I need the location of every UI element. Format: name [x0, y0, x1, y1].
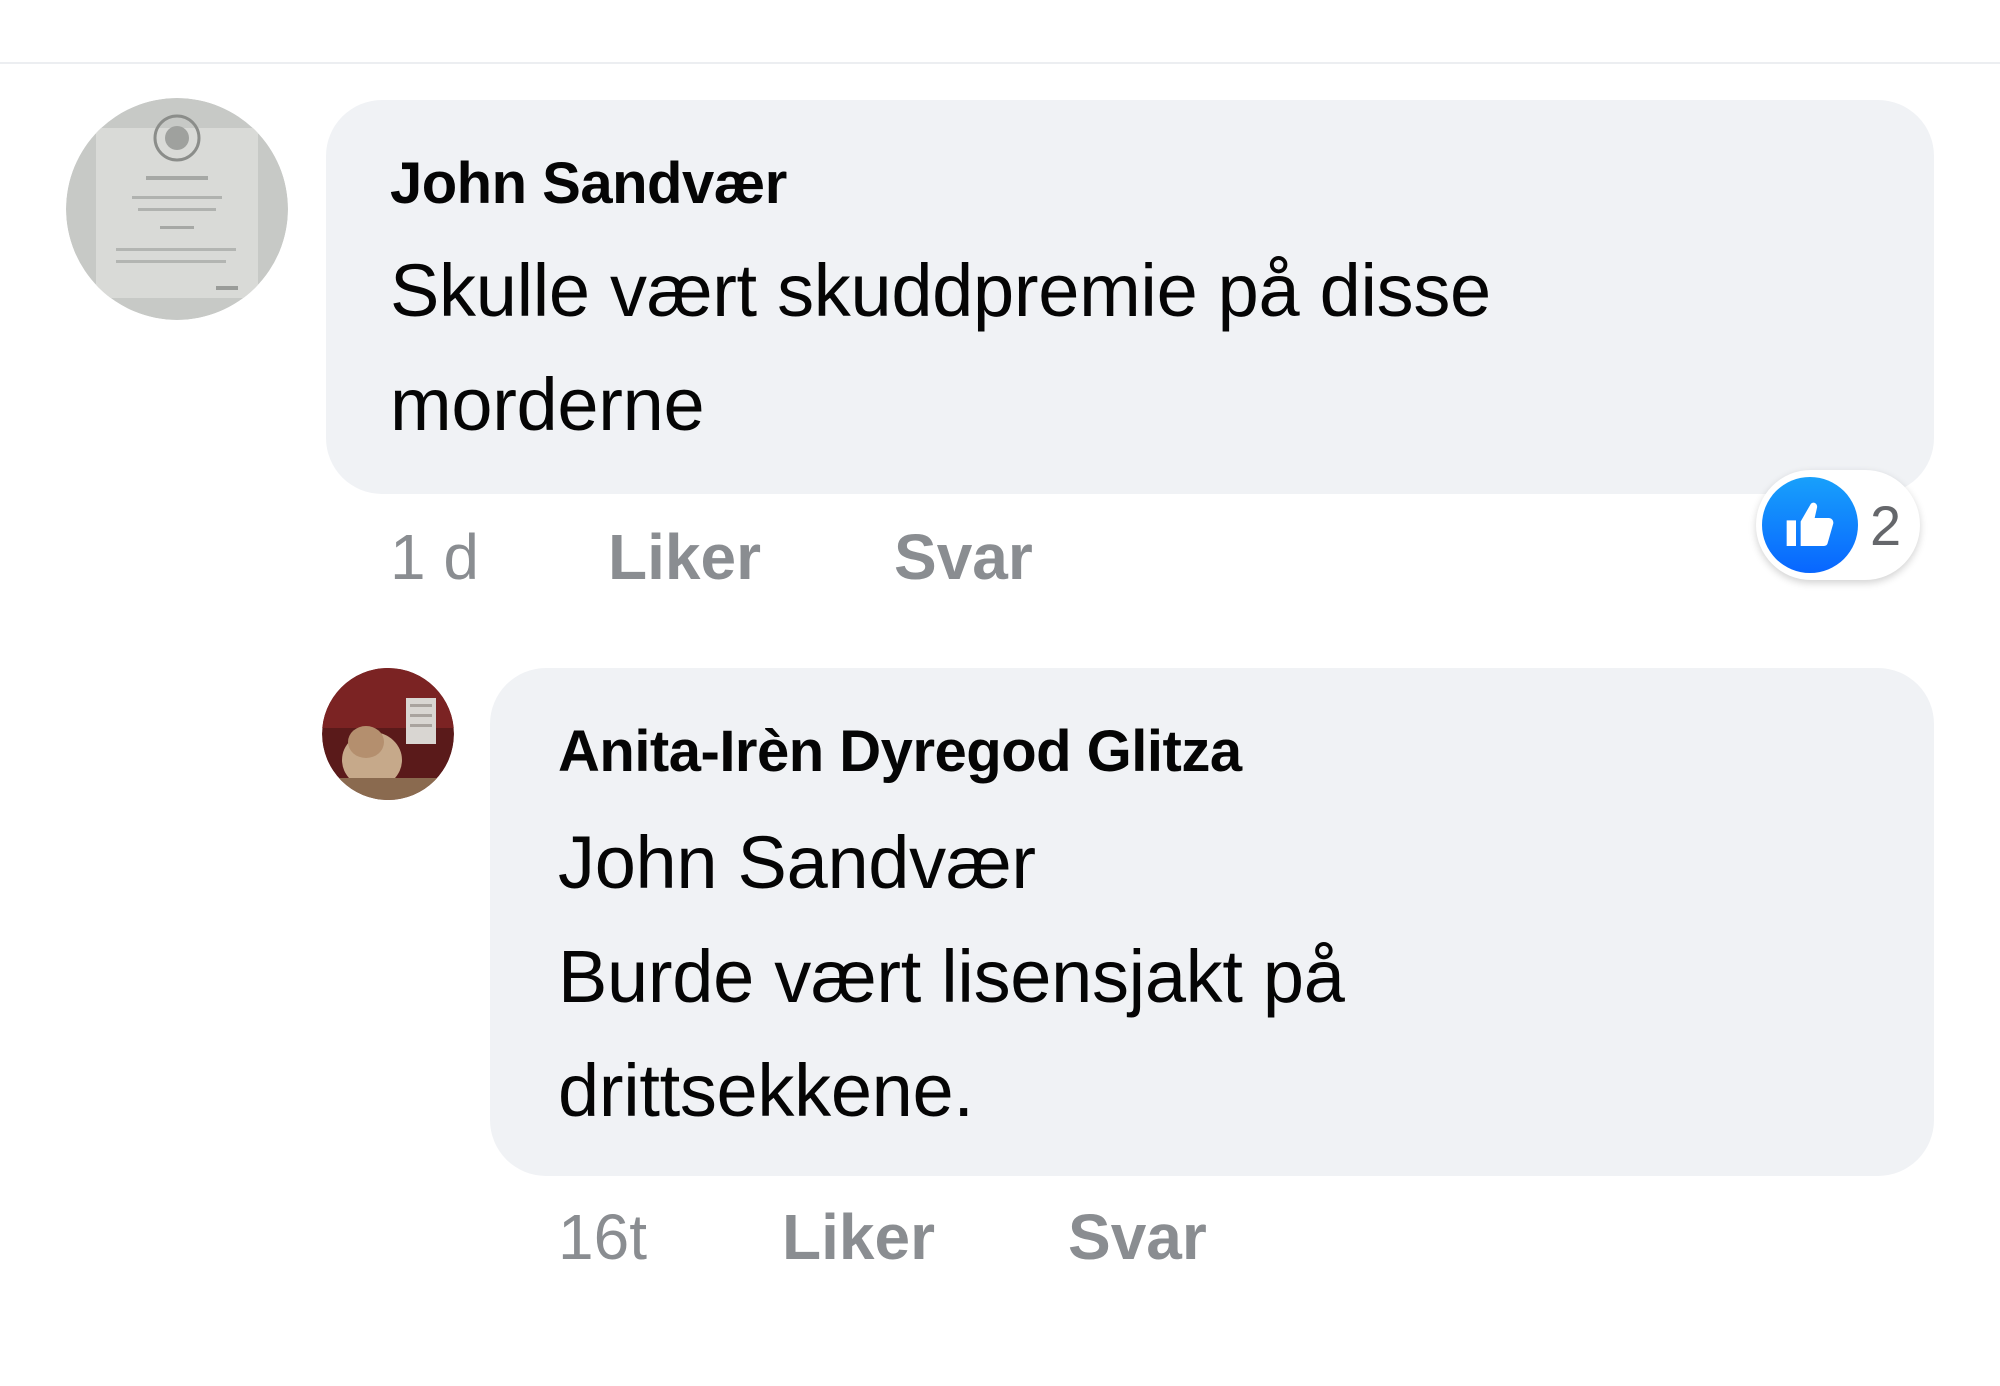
thumbs-up-icon: [1762, 477, 1858, 573]
comment-text-line: morderne: [390, 363, 705, 446]
like-button[interactable]: Liker: [782, 1200, 935, 1274]
avatar-john-sandvaer[interactable]: [66, 98, 288, 320]
avatar-document-image: [66, 98, 288, 320]
reaction-count: 2: [1870, 493, 1902, 557]
reaction-summary[interactable]: 2: [1756, 470, 1920, 580]
comment-text-line: drittsekkene.: [558, 1049, 974, 1132]
avatar-anita-iren-dyregod-glitza[interactable]: [322, 668, 454, 800]
mention-tag[interactable]: John Sandvær: [558, 820, 1036, 905]
comment-author[interactable]: John Sandvær: [390, 150, 787, 217]
top-divider: [0, 62, 2000, 64]
comment-text-line: Skulle vært skuddpremie på disse: [390, 249, 1491, 332]
like-button[interactable]: Liker: [608, 520, 761, 594]
reply-button[interactable]: Svar: [894, 520, 1033, 594]
avatar-photo-image: [322, 668, 454, 800]
comment-timestamp: 1 d: [390, 521, 479, 593]
reply-button[interactable]: Svar: [1068, 1200, 1207, 1274]
comment-timestamp: 16t: [558, 1201, 647, 1273]
comment-author[interactable]: Anita-Irèn Dyregod Glitza: [558, 718, 1242, 785]
comment-text-line: Burde vært lisensjakt på: [558, 935, 1345, 1018]
